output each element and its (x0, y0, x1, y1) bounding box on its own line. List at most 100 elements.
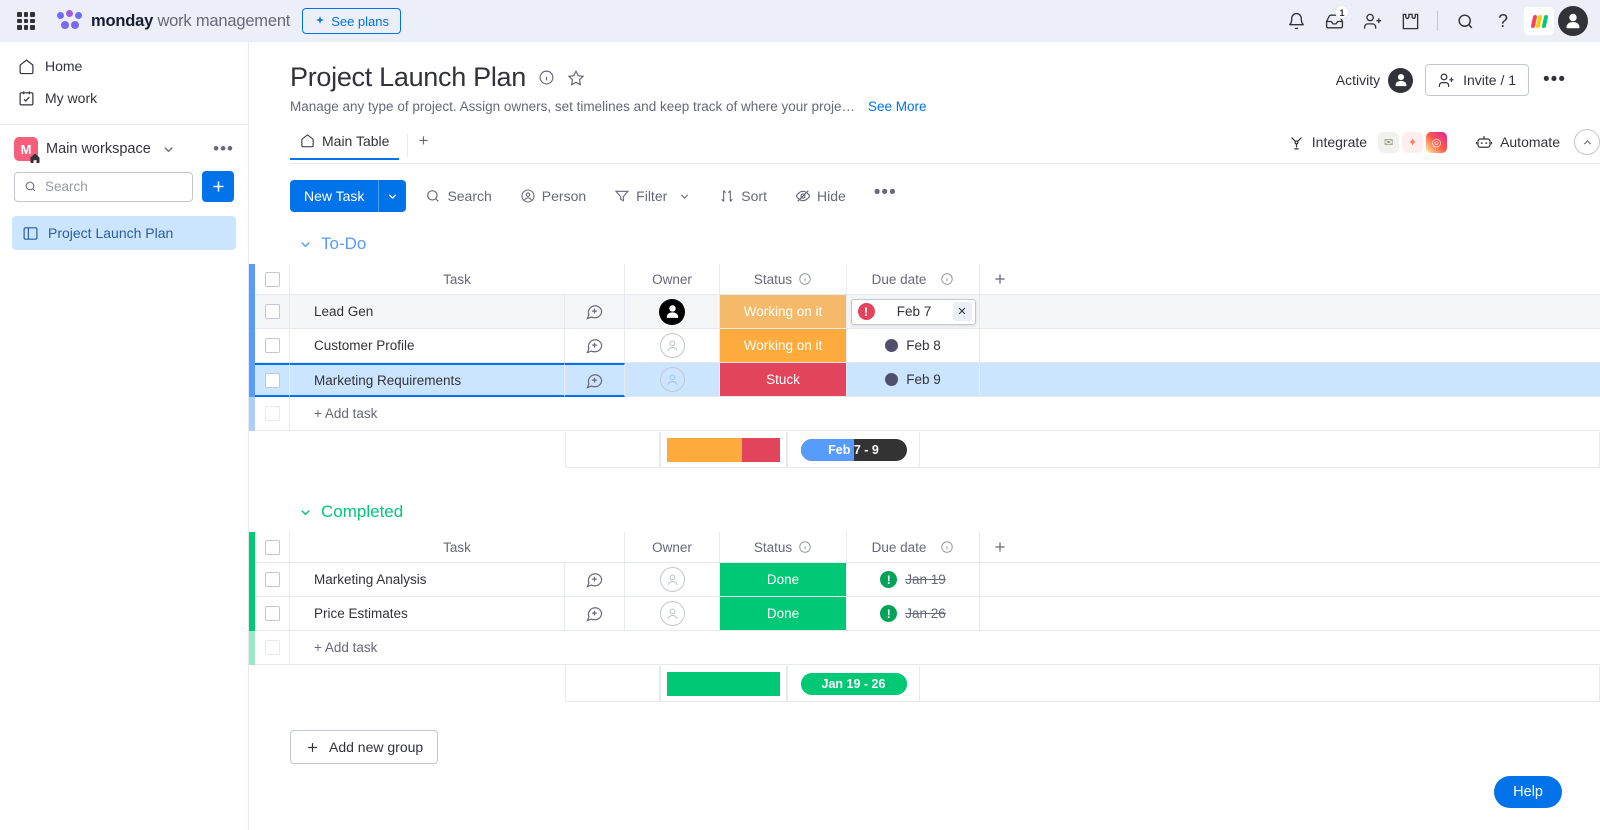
owner-cell[interactable] (625, 363, 720, 397)
group-title-completed[interactable]: Completed (298, 502, 1600, 522)
empty-avatar-icon[interactable] (659, 601, 685, 626)
add-update-icon[interactable] (585, 302, 604, 321)
column-header-owner[interactable]: Owner (625, 532, 720, 563)
task-name-cell[interactable]: Lead Gen (290, 295, 565, 329)
status-cell[interactable]: Done (720, 597, 847, 631)
integrate-button[interactable]: Integrate ✉ ✦ ◎ (1288, 131, 1448, 153)
table-row[interactable]: Price Estimates Done ! Jan 26 (249, 597, 1600, 631)
activity-button[interactable]: Activity (1336, 67, 1414, 93)
add-view-button[interactable]: + (407, 132, 438, 157)
apps-grid-icon[interactable] (17, 12, 35, 30)
table-row[interactable]: Marketing Analysis Done ! Jan 19 (249, 563, 1600, 597)
task-name-cell[interactable]: Marketing Requirements (290, 363, 565, 397)
row-select-cell[interactable] (255, 295, 290, 329)
owner-cell[interactable] (625, 563, 720, 597)
owner-cell[interactable] (625, 329, 720, 363)
add-update-icon[interactable] (585, 336, 604, 355)
empty-avatar-icon[interactable] (659, 367, 685, 392)
status-cell[interactable]: Stuck (720, 363, 847, 397)
due-date-info-icon[interactable] (940, 540, 954, 554)
task-name-cell[interactable]: Marketing Analysis (290, 563, 565, 597)
sidebar-item-my-work[interactable]: My work (8, 82, 240, 114)
add-task-label[interactable]: + Add task (290, 631, 1600, 665)
due-date-cell[interactable]: ! Feb 7 ✕ (847, 295, 980, 329)
chevron-down-icon[interactable] (161, 142, 176, 157)
row-select-cell[interactable] (255, 363, 290, 397)
column-header-due-date[interactable]: Due date (847, 264, 980, 295)
due-date-chip[interactable]: ! Feb 7 ✕ (850, 298, 976, 325)
chevron-down-icon[interactable] (298, 505, 313, 520)
clear-date-button[interactable]: ✕ (952, 302, 972, 321)
collapse-header-button[interactable] (1574, 129, 1600, 155)
apps-puzzle-icon[interactable] (1393, 4, 1427, 38)
automate-button[interactable]: Automate (1475, 133, 1560, 151)
column-header-task[interactable]: Task (290, 264, 625, 295)
help-question-icon[interactable]: ? (1486, 4, 1520, 38)
due-date-cell[interactable]: ! Jan 26 (847, 597, 980, 631)
empty-avatar-icon[interactable] (659, 567, 685, 592)
add-task-label[interactable]: + Add task (290, 397, 1600, 431)
user-avatar-icon[interactable] (1558, 6, 1588, 36)
owner-cell[interactable] (625, 597, 720, 631)
help-button[interactable]: Help (1494, 776, 1562, 808)
due-date-cell[interactable]: Feb 9 (847, 363, 980, 397)
status-cell[interactable]: Working on it (720, 329, 847, 363)
task-name-cell[interactable]: Price Estimates (290, 597, 565, 631)
column-header-owner[interactable]: Owner (625, 264, 720, 295)
task-chat-cell[interactable] (565, 329, 625, 363)
task-chat-cell[interactable] (565, 597, 625, 631)
avatar[interactable] (659, 298, 685, 325)
toolbar-more-menu[interactable]: ••• (865, 180, 906, 212)
select-all-cell[interactable] (255, 264, 290, 295)
add-update-icon[interactable] (585, 371, 604, 390)
row-select-cell[interactable] (255, 563, 290, 597)
chevron-down-icon[interactable] (298, 237, 313, 252)
row-checkbox[interactable] (264, 338, 280, 353)
table-row[interactable]: ••• Lead Gen (249, 295, 1600, 329)
status-info-icon[interactable] (798, 272, 812, 286)
column-header-task[interactable]: Task (290, 532, 625, 563)
toolbar-sort-button[interactable]: Sort (710, 180, 776, 212)
row-checkbox[interactable] (264, 304, 280, 319)
column-header-status[interactable]: Status (720, 264, 847, 295)
table-row[interactable]: Customer Profile Working on it Feb 8 (249, 329, 1600, 363)
add-task-row[interactable]: + Add task (249, 631, 1600, 665)
add-update-icon[interactable] (585, 570, 604, 589)
chevron-down-icon[interactable] (678, 190, 691, 203)
new-task-button[interactable]: New Task (290, 180, 407, 212)
sidebar-item-home[interactable]: Home (8, 50, 240, 82)
mailchimp-icon[interactable]: ✉ (1378, 131, 1400, 153)
select-all-checkbox[interactable] (264, 539, 280, 555)
add-update-icon[interactable] (585, 604, 604, 623)
inbox-icon[interactable]: 1 (1317, 4, 1351, 38)
toolbar-person-button[interactable]: Person (511, 180, 595, 212)
task-chat-cell[interactable] (565, 363, 625, 397)
owner-cell[interactable] (625, 295, 720, 329)
select-all-checkbox[interactable] (264, 271, 280, 287)
add-new-group-button[interactable]: Add new group (290, 730, 439, 764)
workspace-selector[interactable]: M Main workspace ••• (0, 125, 248, 169)
summary-date-cell[interactable]: Feb 7 - 9 (787, 432, 920, 468)
task-chat-cell[interactable] (565, 295, 625, 329)
due-date-cell[interactable]: Feb 8 (847, 329, 980, 363)
status-cell[interactable]: Done (720, 563, 847, 597)
board-info-icon[interactable] (538, 69, 555, 86)
invite-member-icon[interactable] (1355, 4, 1389, 38)
search-icon[interactable] (1448, 4, 1482, 38)
favorite-star-icon[interactable] (567, 69, 585, 87)
status-info-icon[interactable] (798, 540, 812, 554)
board-more-menu[interactable]: ••• (1541, 70, 1568, 89)
notifications-bell-icon[interactable] (1279, 4, 1313, 38)
task-chat-cell[interactable] (565, 563, 625, 597)
see-plans-button[interactable]: See plans (302, 8, 402, 34)
invite-button[interactable]: Invite / 1 (1425, 64, 1530, 96)
monday-logo-icon[interactable] (1524, 7, 1554, 35)
due-date-cell[interactable]: ! Jan 19 (847, 563, 980, 597)
toolbar-hide-button[interactable]: Hide (786, 180, 855, 212)
row-checkbox[interactable] (264, 372, 280, 388)
empty-avatar-icon[interactable] (659, 333, 685, 358)
add-column-button[interactable] (980, 264, 1020, 295)
column-header-status[interactable]: Status (720, 532, 847, 563)
summary-status-cell[interactable] (660, 666, 787, 702)
sidebar-item-project-launch-plan[interactable]: Project Launch Plan (12, 216, 236, 250)
